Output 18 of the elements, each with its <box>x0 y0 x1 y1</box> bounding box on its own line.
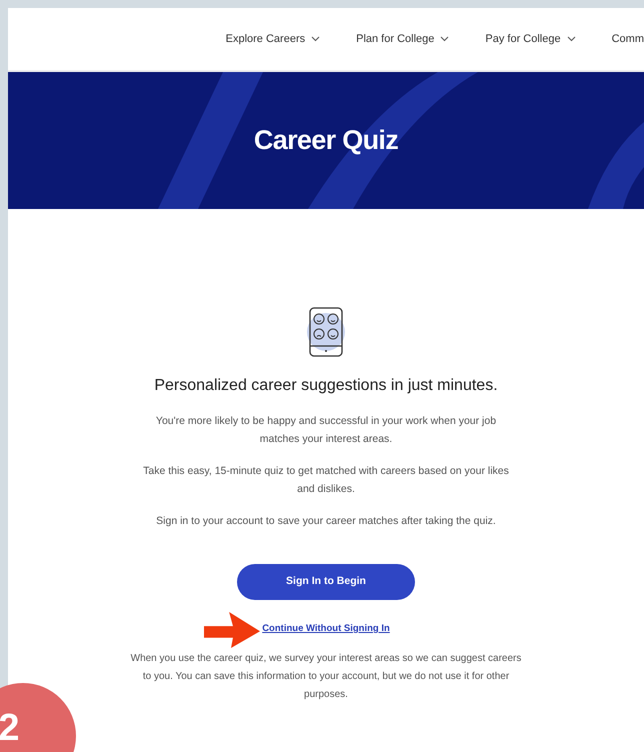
description-text: Take this easy, 15-minute quiz to get matched with careers based on your likes and dislikes. <box>142 464 510 497</box>
nav-menu-item[interactable]: Comm <box>612 30 644 48</box>
description-text: You're more likely to be happy and successful in your work when your job matches your interest areas. <box>154 414 498 447</box>
arrow-icon <box>204 612 260 648</box>
tablet-faces-icon <box>305 306 347 358</box>
nav-menu-item[interactable]: Plan for College <box>356 30 450 48</box>
nav-menu-item[interactable]: Pay for College <box>485 30 576 48</box>
nav-menu-item[interactable]: Explore Careers <box>226 30 320 48</box>
chevron-down-icon <box>311 36 320 42</box>
chevron-down-icon <box>566 36 576 42</box>
privacy-note: When you use the career quiz, we survey your interest areas so we can suggest careers to you. You can save this information to your account, but we do not use it for other purposes. <box>130 652 522 702</box>
continue-link[interactable]: Continue Without Signing In <box>262 622 390 636</box>
section-heading: Personalized career suggestions in just minutes. <box>154 376 498 396</box>
sign-in-button[interactable]: Sign In to Begin <box>237 564 415 600</box>
chevron-down-icon <box>440 36 450 42</box>
description-text: Sign in to your account to save your career matches after taking the quiz. <box>155 514 497 529</box>
page-title: Career Quiz <box>254 124 398 158</box>
step-number: 2 <box>0 709 20 747</box>
